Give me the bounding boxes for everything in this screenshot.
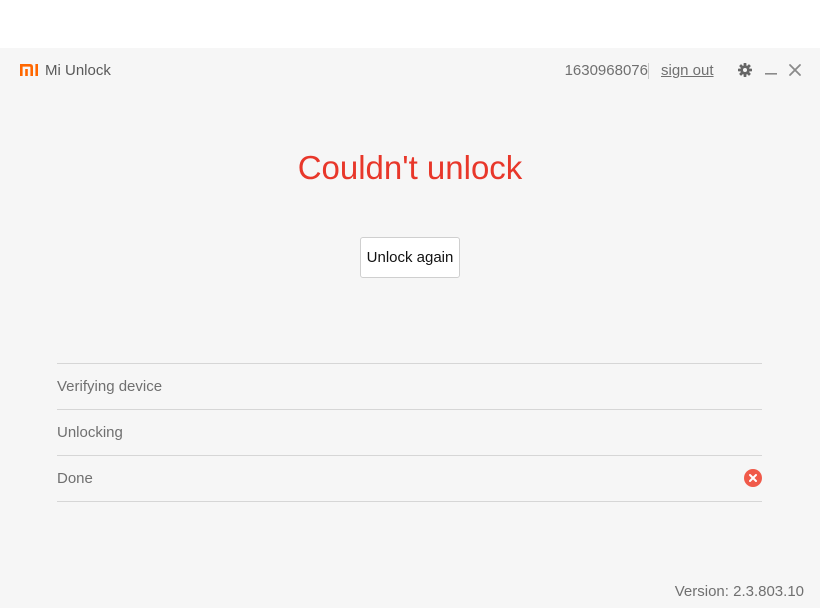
minimize-icon[interactable] bbox=[763, 62, 779, 78]
status-headline: Couldn't unlock bbox=[297, 149, 523, 186]
gear-icon[interactable] bbox=[737, 62, 753, 78]
mi-unlock-window: Mi Unlock 1630968076 sign out Couldn't u… bbox=[0, 48, 820, 608]
error-icon bbox=[744, 469, 762, 487]
step-label: Verifying device bbox=[57, 378, 163, 395]
version-label: Version: 2.3.803.10 bbox=[674, 583, 804, 600]
title-bar: Mi Unlock 1630968076 sign out bbox=[0, 48, 820, 94]
unlock-again-button[interactable]: Unlock again bbox=[360, 237, 460, 278]
app-title: Mi Unlock bbox=[45, 62, 111, 79]
mi-logo-icon bbox=[20, 64, 38, 76]
progress-steps: Verifying device Unlocking Done bbox=[57, 363, 762, 502]
divider bbox=[648, 63, 649, 79]
step-label: Unlocking bbox=[57, 424, 123, 441]
step-verifying-device: Verifying device bbox=[57, 364, 762, 410]
sign-out-link[interactable]: sign out bbox=[661, 61, 714, 81]
step-unlocking: Unlocking bbox=[57, 410, 762, 456]
step-label: Done bbox=[57, 470, 93, 487]
close-icon[interactable] bbox=[787, 62, 803, 78]
step-done: Done bbox=[57, 456, 762, 502]
account-id: 1630968076 bbox=[564, 62, 648, 79]
